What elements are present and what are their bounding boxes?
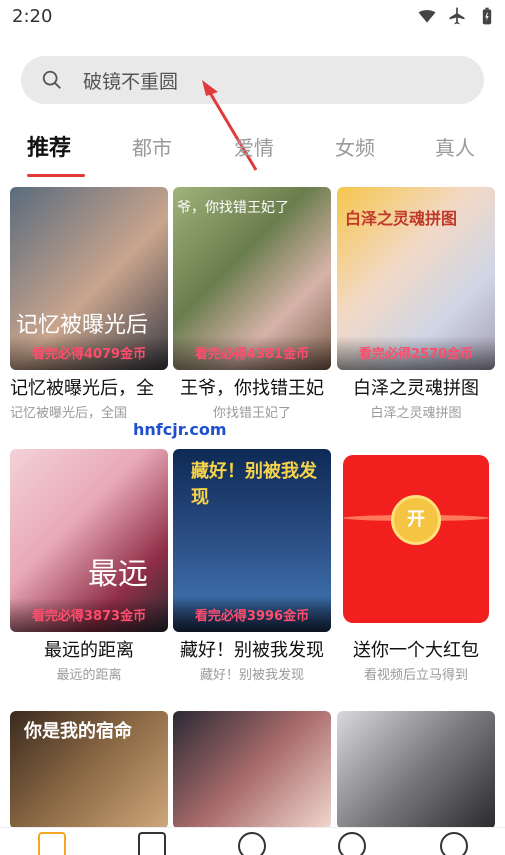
status-bar: 2:20 — [0, 0, 505, 36]
profile-icon[interactable] — [440, 832, 468, 855]
tab-love[interactable]: 爱情 — [234, 132, 274, 161]
tab-city[interactable]: 都市 — [132, 132, 172, 161]
poster-text: 最远 — [88, 557, 148, 592]
drama-card[interactable]: 最远 看完必得3873金币 最远的距离 最远的距离 — [10, 449, 168, 683]
red-envelope-icon: 开 — [343, 455, 489, 623]
red-packet-subtitle: 看视频后立马得到 — [363, 668, 468, 683]
drama-card[interactable] — [173, 711, 331, 829]
drama-title: 王爷，你找错王妃 — [180, 378, 324, 399]
drama-poster[interactable]: 白泽之灵魂拼图 看完必得2570金币 — [337, 187, 495, 370]
battery-icon — [477, 6, 495, 25]
drama-card[interactable] — [337, 711, 495, 829]
drama-poster[interactable] — [173, 711, 331, 829]
drama-card[interactable]: 爷，你找错王妃了 看完必得4381金币 王爷，你找错王妃 你找错王妃了 — [173, 187, 331, 421]
red-packet-poster[interactable]: 开 — [337, 449, 495, 632]
poster-text: 你是我的宿命 — [24, 721, 132, 742]
search-placeholder: 破镜不重圆 — [83, 70, 179, 93]
yuan-icon[interactable] — [238, 832, 266, 855]
drama-poster[interactable]: 你是我的宿命 — [10, 711, 168, 829]
drama-poster[interactable]: 爷，你找错王妃了 看完必得4381金币 — [173, 187, 331, 370]
video-icon[interactable] — [138, 832, 166, 855]
tab-live-action[interactable]: 真人 — [435, 132, 475, 161]
drama-card[interactable]: 你是我的宿命 — [10, 711, 168, 829]
search-icon — [41, 69, 63, 91]
yuan-icon[interactable] — [338, 832, 366, 855]
drama-title: 藏好！别被我发现 — [180, 640, 324, 661]
drama-poster[interactable] — [337, 711, 495, 829]
drama-subtitle: 最远的距离 — [56, 668, 122, 683]
reward-text: 看完必得3996金币 — [194, 609, 310, 624]
poster-text: 记忆被曝光后 — [16, 313, 149, 338]
drama-poster[interactable]: 藏好！别被我发现 看完必得3996金币 — [173, 449, 331, 632]
drama-subtitle: 白泽之灵魂拼图 — [370, 406, 462, 421]
tab-female[interactable]: 女频 — [335, 132, 375, 161]
reward-text: 看完必得4079金币 — [31, 347, 147, 362]
red-packet-card[interactable]: 开 送你一个大红包 看视频后立马得到 — [337, 449, 495, 683]
bottom-nav — [0, 827, 505, 855]
drama-subtitle: 藏好！别被我发现 — [199, 668, 304, 683]
drama-poster[interactable]: 最远 看完必得3873金币 — [10, 449, 168, 632]
reward-text: 看完必得2570金币 — [358, 347, 474, 362]
drama-card[interactable]: 记忆被曝光后 看完必得4079金币 记忆被曝光后，全 记忆被曝光后，全国 — [10, 187, 168, 421]
watermark: hnfcjr.com — [133, 420, 227, 439]
drama-title: 白泽之灵魂拼图 — [353, 378, 479, 399]
drama-title: 最远的距离 — [44, 640, 134, 661]
drama-title: 记忆被曝光后，全 — [10, 378, 154, 399]
poster-text: 藏好！别被我发现 — [191, 461, 317, 508]
red-packet-title: 送你一个大红包 — [353, 640, 479, 661]
tab-active-indicator — [27, 174, 85, 177]
reward-text: 看完必得4381金币 — [194, 347, 310, 362]
drama-card[interactable]: 藏好！别被我发现 看完必得3996金币 藏好！别被我发现 藏好！别被我发现 — [173, 449, 331, 683]
open-button[interactable]: 开 — [391, 495, 441, 545]
drama-subtitle: 记忆被曝光后，全国 — [10, 406, 128, 421]
reward-text: 看完必得3873金币 — [31, 609, 147, 624]
drama-card[interactable]: 白泽之灵魂拼图 看完必得2570金币 白泽之灵魂拼图 白泽之灵魂拼图 — [337, 187, 495, 421]
play-icon[interactable] — [38, 832, 66, 855]
tab-recommend[interactable]: 推荐 — [27, 130, 71, 162]
poster-text: 爷，你找错王妃了 — [177, 200, 289, 216]
airplane-icon — [447, 6, 465, 25]
clock: 2:20 — [12, 6, 53, 27]
wifi-icon — [417, 6, 436, 24]
drama-poster[interactable]: 记忆被曝光后 看完必得4079金币 — [10, 187, 168, 370]
drama-subtitle: 你找错王妃了 — [212, 406, 291, 421]
poster-text: 白泽之灵魂拼图 — [345, 209, 458, 228]
category-tabs: 推荐 都市 爱情 女频 真人 — [0, 126, 505, 177]
